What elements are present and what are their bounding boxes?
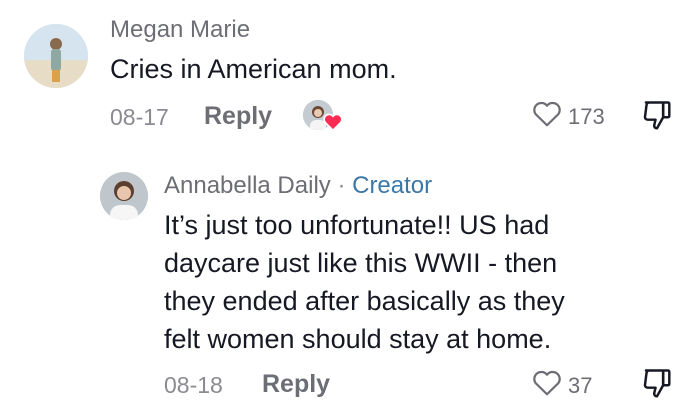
creator-badge: Creator	[352, 172, 433, 199]
comment-author[interactable]: Megan Marie	[110, 16, 250, 44]
like-button[interactable]: 173	[532, 100, 605, 133]
badge-separator: ·	[330, 172, 353, 199]
reply-text-line: felt women should stay at home.	[164, 324, 552, 354]
reply-button[interactable]: Reply	[204, 102, 272, 130]
thumbs-down-icon[interactable]	[642, 368, 672, 405]
heart-outline-icon	[532, 100, 562, 133]
creator-liked-heart-icon	[323, 113, 343, 136]
reply-text-line: they ended after basically as they	[164, 286, 565, 316]
like-count: 37	[568, 372, 593, 398]
avatar[interactable]	[100, 172, 148, 220]
reply-text-line: daycare just like this WWII - then	[164, 248, 558, 278]
creator-liked-indicator	[303, 100, 343, 140]
reply-author-line: Annabella Daily · Creator	[164, 172, 432, 200]
heart-outline-icon	[532, 369, 562, 402]
like-button[interactable]: 37	[532, 369, 592, 402]
like-count: 173	[568, 103, 605, 129]
avatar[interactable]	[24, 24, 88, 88]
comment-text: Cries in American mom.	[110, 54, 397, 84]
reply-date: 08-18	[164, 372, 223, 398]
reply-button[interactable]: Reply	[262, 370, 330, 398]
comment-date: 08-17	[110, 104, 169, 130]
reply-text-line: It’s just too unfortunate!! US had	[164, 210, 550, 240]
reply-author[interactable]: Annabella Daily	[164, 172, 331, 199]
thumbs-down-icon[interactable]	[642, 100, 672, 137]
